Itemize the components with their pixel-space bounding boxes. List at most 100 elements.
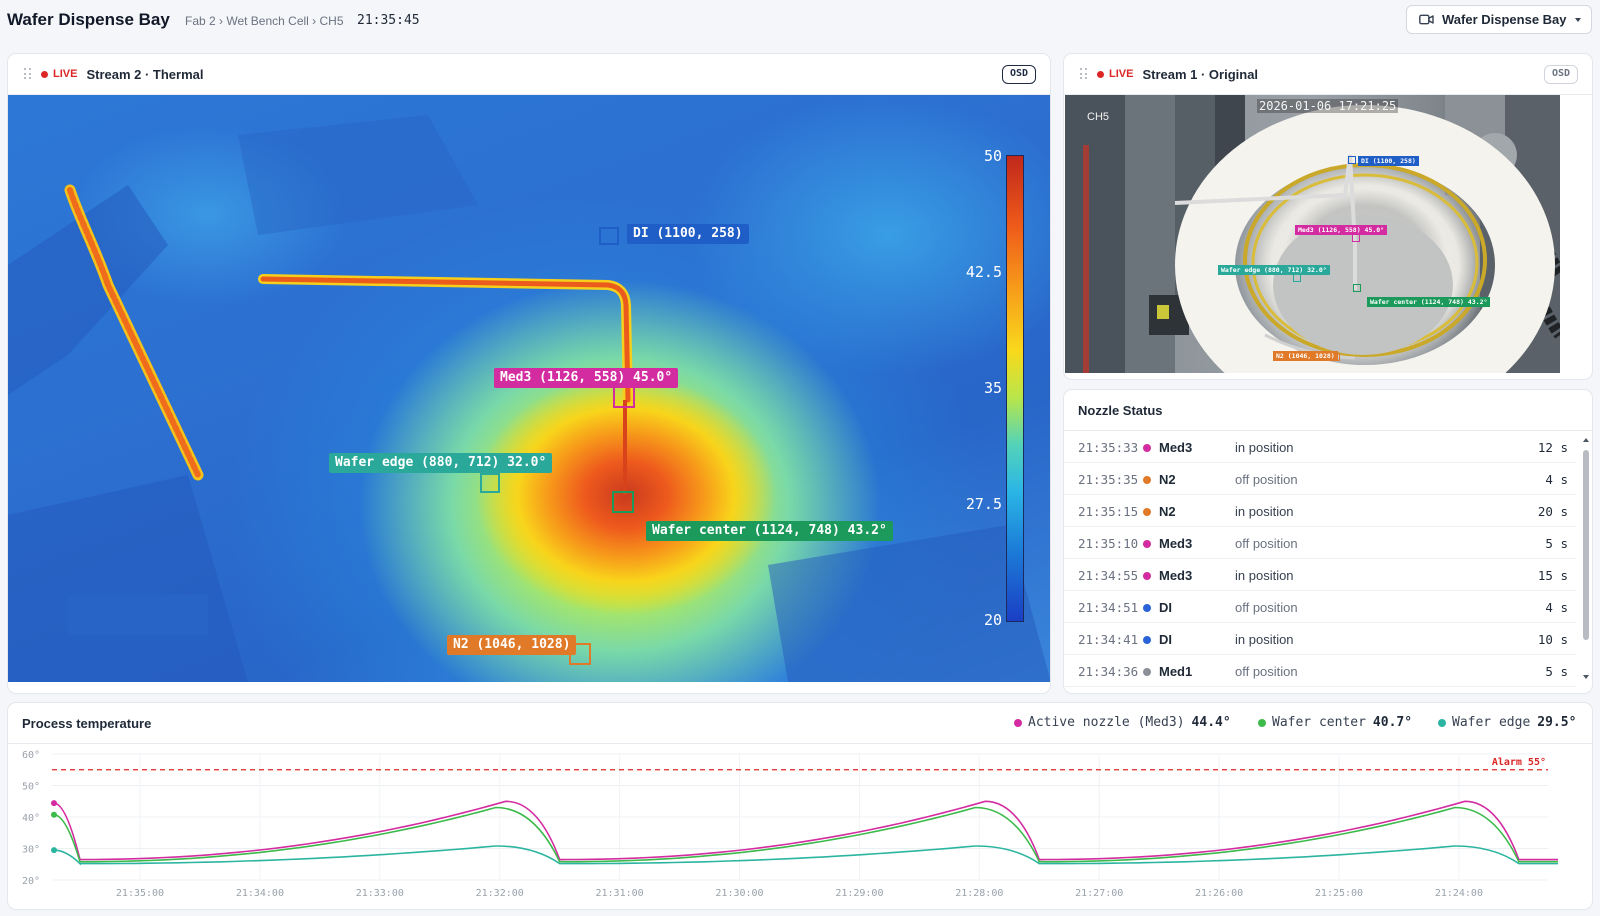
- nozzle-event-row[interactable]: 21:35:15 N2 in position 20 s: [1064, 495, 1576, 527]
- scale-label: 35: [983, 379, 1002, 397]
- scale-label: 27.5: [965, 495, 1002, 513]
- event-duration: 4 s: [1545, 600, 1568, 615]
- original-video-feed[interactable]: 2026-01-06 17:21:25 CH5 DI (1100, 258) M…: [1065, 95, 1560, 373]
- nozzle-event-row[interactable]: 21:35:35 N2 off position 4 s: [1064, 463, 1576, 495]
- thermal-stream-header: LIVE Stream 2 · Thermal OSD: [8, 54, 1050, 95]
- event-duration: 5 s: [1545, 664, 1568, 679]
- nozzle-event-row[interactable]: 21:35:10 Med3 off position 5 s: [1064, 527, 1576, 559]
- event-time: 21:34:41: [1078, 632, 1139, 647]
- camera-select-label: Wafer Dispense Bay: [1442, 12, 1567, 27]
- nozzle-event-row[interactable]: 21:34:51 DI off position 4 s: [1064, 591, 1576, 623]
- roi-box-di[interactable]: [599, 227, 619, 245]
- nozzle-status: in position: [1235, 568, 1294, 583]
- nozzle-color-dot-icon: [1143, 636, 1151, 644]
- nozzle-event-list[interactable]: 21:35:33 Med3 in position 12 s 21:35:35 N2 off…: [1064, 431, 1592, 693]
- event-time: 21:34:51: [1078, 600, 1139, 615]
- x-tick-label: 21:26:00: [1195, 888, 1243, 899]
- x-tick-label: 21:27:00: [1075, 888, 1123, 899]
- scroll-down-icon[interactable]: [1583, 675, 1589, 679]
- x-tick-label: 21:28:00: [955, 888, 1003, 899]
- roi-label-n2[interactable]: N2 (1046, 1028): [1273, 351, 1338, 361]
- live-indicator-icon: [1097, 70, 1104, 78]
- roi-label-wafer-center[interactable]: Wafer center (1124, 748) 43.2°: [646, 521, 893, 541]
- nozzle-status-header: Nozzle Status: [1064, 390, 1592, 431]
- nozzle-status: in position: [1235, 504, 1294, 519]
- roi-label-di[interactable]: DI (1100, 258): [1358, 156, 1419, 166]
- legend-label: Wafer edge: [1452, 715, 1531, 730]
- drag-handle-icon[interactable]: [1080, 68, 1088, 80]
- nozzle-color-dot-icon: [1143, 572, 1151, 580]
- legend-item-wafer-edge[interactable]: Wafer edge 29.5°: [1438, 715, 1576, 730]
- event-duration: 15 s: [1537, 568, 1568, 583]
- alarm-threshold-label: Alarm 55°: [1492, 757, 1546, 768]
- x-tick-label: 21:25:00: [1315, 888, 1363, 899]
- nozzle-list-scrollbar[interactable]: [1583, 438, 1589, 679]
- thermal-scene-graphic: [8, 115, 1050, 682]
- x-tick-label: 21:35:00: [116, 888, 164, 899]
- nozzle-name: N2: [1159, 472, 1176, 487]
- drag-handle-icon[interactable]: [24, 68, 32, 80]
- roi-box-med3[interactable]: [613, 386, 635, 408]
- nozzle-name: Med1: [1159, 664, 1193, 679]
- roi-box-wafer-edge[interactable]: [480, 473, 500, 493]
- process-temperature-chart[interactable]: 60° 50° 40° 30° 20° 21:35:00 21:34:00 21:33:00 2…: [8, 744, 1592, 908]
- legend-dot-icon: [1014, 718, 1022, 727]
- roi-label-wafer-edge[interactable]: Wafer edge (880, 712) 32.0°: [1218, 265, 1330, 275]
- nozzle-event-row[interactable]: 21:34:41 DI in position 10 s: [1064, 623, 1576, 655]
- nozzle-status: in position: [1235, 440, 1294, 455]
- roi-box-di[interactable]: [1348, 156, 1356, 164]
- nozzle-event-row[interactable]: 21:35:33 Med3 in position 12 s: [1064, 431, 1576, 463]
- thermal-video-feed[interactable]: DI (1100, 258) Med3 (1126, 558) 45.0° Wa…: [8, 95, 1050, 682]
- top-bar: Wafer Dispense Bay Fab 2 › Wet Bench Cel…: [0, 0, 1600, 40]
- roi-label-di[interactable]: DI (1100, 258): [627, 224, 749, 244]
- legend-value: 29.5°: [1537, 715, 1577, 730]
- osd-toggle-original[interactable]: OSD: [1543, 65, 1578, 84]
- legend-item-wafer-center[interactable]: Wafer center 40.7°: [1258, 715, 1412, 730]
- osd-toggle-thermal[interactable]: OSD: [1001, 65, 1036, 84]
- nozzle-event-row[interactable]: 21:34:36 Med1 off position 5 s: [1064, 655, 1576, 687]
- breadcrumb[interactable]: Fab 2 › Wet Bench Cell › CH5: [185, 14, 344, 28]
- nozzle-status-panel: Nozzle Status 21:35:33 Med3 in position 12 …: [1063, 389, 1593, 694]
- nozzle-color-dot-icon: [1143, 604, 1151, 612]
- scale-label-min: 20: [983, 611, 1002, 629]
- scrollbar-thumb[interactable]: [1583, 450, 1589, 640]
- nozzle-status: off position: [1235, 536, 1298, 551]
- nozzle-color-dot-icon: [1143, 508, 1151, 516]
- scale-label: 42.5: [965, 263, 1002, 281]
- nozzle-name: Med3: [1159, 536, 1193, 551]
- current-time: 21:35:45: [357, 13, 420, 28]
- video-camera-icon: [1419, 14, 1434, 25]
- roi-box-wafer-center[interactable]: [1353, 284, 1361, 292]
- process-temperature-panel: Process temperature Active nozzle (Med3)…: [7, 702, 1593, 910]
- camera-select[interactable]: Wafer Dispense Bay: [1406, 5, 1592, 34]
- legend-dot-icon: [1438, 718, 1446, 727]
- roi-label-wafer-center[interactable]: Wafer center (1124, 748) 43.2°: [1367, 297, 1491, 307]
- legend-item-active-nozzle[interactable]: Active nozzle (Med3) 44.4°: [1014, 715, 1231, 730]
- y-tick-label: 40°: [22, 813, 40, 824]
- x-tick-label: 21:31:00: [596, 888, 644, 899]
- nozzle-name: Med3: [1159, 440, 1193, 455]
- scale-label-max: 50: [983, 147, 1002, 165]
- legend-value: 40.7°: [1372, 715, 1413, 730]
- original-stream-header: LIVE Stream 1 · Original OSD: [1064, 54, 1592, 95]
- nozzle-event-row[interactable]: 21:34:55 Med3 in position 15 s: [1064, 559, 1576, 591]
- roi-box-wafer-edge[interactable]: [1293, 274, 1301, 282]
- scroll-up-icon[interactable]: [1583, 438, 1589, 442]
- chevron-down-icon: [1575, 18, 1581, 22]
- roi-label-med3[interactable]: Med3 (1126, 558) 45.0°: [1295, 225, 1388, 235]
- roi-label-wafer-edge[interactable]: Wafer edge (880, 712) 32.0°: [329, 453, 553, 473]
- event-time: 21:35:33: [1078, 440, 1139, 455]
- event-time: 21:35:15: [1078, 504, 1139, 519]
- original-stream-title: Stream 1 · Original: [1142, 66, 1259, 82]
- legend-dot-icon: [1258, 718, 1266, 727]
- nozzle-status-title: Nozzle Status: [1078, 403, 1163, 418]
- roi-label-n2[interactable]: N2 (1046, 1028): [447, 635, 577, 655]
- thermal-stream-panel: LIVE Stream 2 · Thermal OSD DI (1100, 25…: [7, 53, 1051, 694]
- y-tick-label: 20°: [22, 876, 40, 887]
- thermal-stream-title: Stream 2 · Thermal: [86, 66, 204, 82]
- roi-label-med3[interactable]: Med3 (1126, 558) 45.0°: [494, 368, 679, 388]
- roi-box-med3[interactable]: [1352, 234, 1360, 242]
- nozzle-status: off position: [1235, 600, 1298, 615]
- roi-box-wafer-center[interactable]: [612, 491, 634, 513]
- original-stream-panel: LIVE Stream 1 · Original OSD 2026-01-06 …: [1063, 53, 1593, 380]
